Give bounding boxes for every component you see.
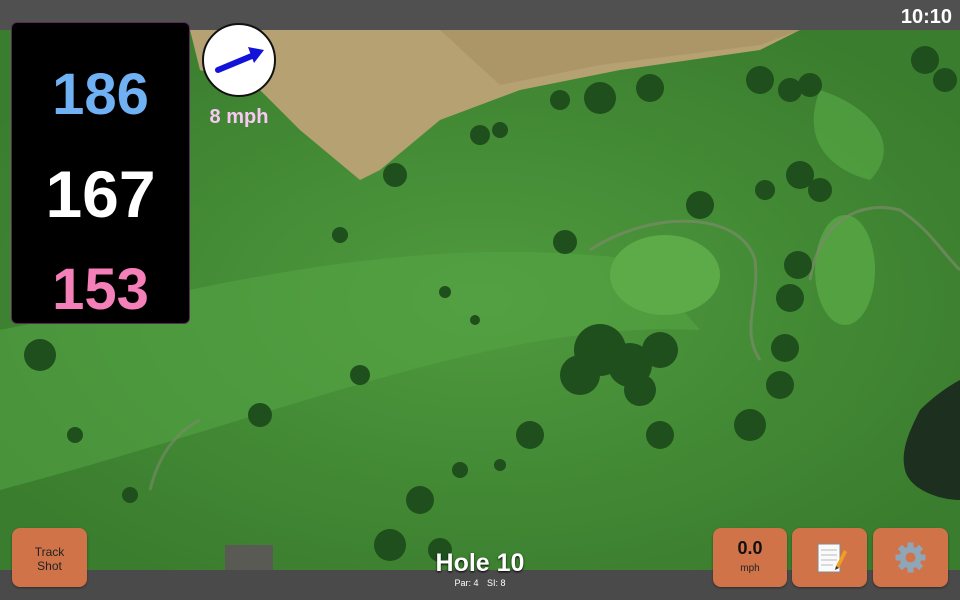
- speed-button[interactable]: 0.0 mph: [713, 528, 787, 587]
- front-distance: 153: [52, 257, 149, 322]
- wind-dial: [202, 23, 276, 97]
- hole-si: SI: 8: [487, 578, 506, 588]
- clock: 10:10: [900, 6, 952, 28]
- speed-value: 0.0: [737, 538, 763, 558]
- gear-icon: [895, 542, 926, 573]
- scorecard-notes-button[interactable]: [792, 528, 867, 587]
- hole-par: Par: 4: [454, 578, 479, 588]
- center-distance: 167: [45, 157, 156, 231]
- distance-panel: 186 167 153: [11, 22, 190, 324]
- scorecard-notes-icon: [817, 543, 847, 573]
- speed-unit: mph: [740, 563, 760, 574]
- track-shot-button[interactable]: Track Shot: [12, 528, 87, 587]
- settings-button[interactable]: [873, 528, 948, 587]
- wind-speed: 8 mph: [209, 106, 269, 128]
- back-distance: 186: [52, 62, 149, 127]
- hole-info: Par: 4 SI: 8: [400, 578, 560, 588]
- wind-arrow-icon: [215, 47, 264, 73]
- hole-title: Hole 10: [435, 549, 525, 577]
- track-label-line2: Shot: [37, 559, 62, 573]
- track-label-line1: Track: [34, 545, 65, 559]
